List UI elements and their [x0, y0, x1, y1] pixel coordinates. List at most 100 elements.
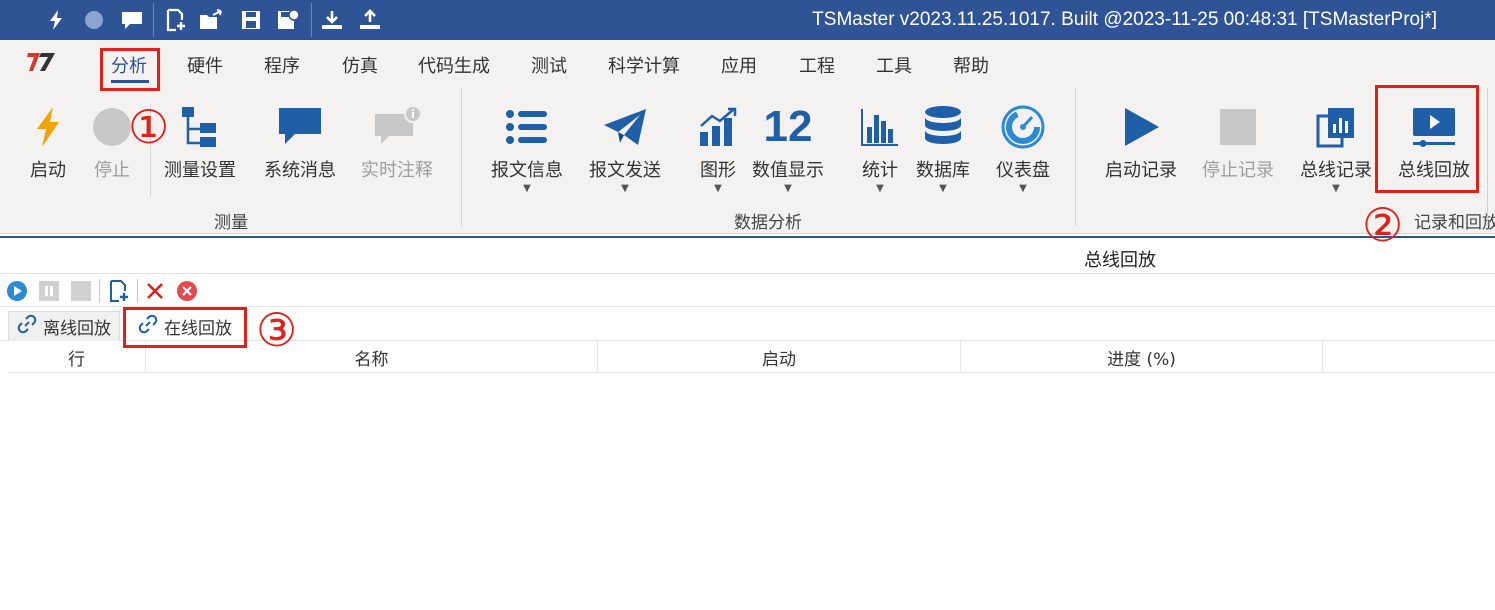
column-header-progress[interactable]: 进度 (%) — [961, 341, 1323, 373]
menu-tab-apps[interactable]: 应用 — [721, 52, 757, 78]
import-icon[interactable] — [318, 6, 346, 34]
chevron-down-icon: ▼ — [1332, 183, 1340, 194]
start-measure-button[interactable]: 启动 — [18, 86, 78, 182]
window-title: TSMaster v2023.11.25.1017. Built @2023-1… — [812, 9, 1437, 30]
database-button[interactable]: 数据库 ▼ — [913, 86, 973, 194]
menu-tab-help[interactable]: 帮助 — [953, 52, 989, 78]
measure-settings-label: 测量设置 — [164, 160, 236, 181]
message-info-label: 报文信息 — [491, 160, 563, 181]
add-icon[interactable] — [107, 279, 131, 303]
stop-measure-label: 停止 — [94, 160, 130, 181]
link-icon — [17, 314, 37, 339]
ribbon-group-separator — [1075, 88, 1076, 226]
lightning-icon[interactable] — [42, 6, 70, 34]
stop-square-icon — [1208, 86, 1268, 156]
message-send-button[interactable]: 报文发送 ▼ — [589, 86, 661, 194]
realtime-comment-label: 实时注释 — [361, 160, 433, 181]
chevron-down-icon: ▼ — [939, 183, 947, 194]
paper-plane-icon — [595, 86, 655, 156]
tree-icon — [170, 86, 230, 156]
system-message-button[interactable]: 系统消息 — [264, 86, 336, 182]
export-icon[interactable] — [356, 6, 384, 34]
toolbar-separator — [99, 279, 100, 303]
play-icon — [1111, 86, 1171, 156]
open-folder-icon[interactable] — [198, 6, 226, 34]
menu-tab-sci-compute[interactable]: 科学计算 — [608, 52, 680, 78]
ribbon-group-separator — [461, 88, 462, 226]
group-label-measure: 测量 — [214, 213, 248, 233]
tab-offline-replay-label: 离线回放 — [43, 319, 111, 339]
quick-access-separator — [311, 3, 312, 37]
record-dot-icon[interactable] — [80, 6, 108, 34]
annotation-step-2: ② — [1362, 198, 1404, 252]
stop-icon[interactable] — [69, 279, 93, 303]
annotation-step-1: ① — [128, 100, 170, 154]
measure-settings-button[interactable]: 测量设置 — [164, 86, 236, 182]
menu-tab-program[interactable]: 程序 — [264, 52, 300, 78]
annotation-box-analysis-tab — [100, 48, 160, 91]
bus-record-button[interactable]: 总线记录 ▼ — [1300, 86, 1372, 194]
numeric-glyph: 12 — [763, 102, 813, 151]
group-label-record-replay: 记录和回放 — [1414, 213, 1495, 233]
stop-record-button[interactable]: 停止记录 — [1202, 86, 1274, 182]
annotation-box-bus-replay — [1375, 85, 1479, 193]
annotation-step-3: ③ — [256, 303, 298, 357]
numeric-icon: 12 — [758, 86, 818, 156]
menu-tab-project[interactable]: 工程 — [799, 52, 835, 78]
bus-record-label: 总线记录 — [1300, 160, 1372, 181]
graphics-label: 图形 — [700, 160, 736, 181]
database-label: 数据库 — [916, 160, 970, 181]
group-label-data-analysis: 数据分析 — [734, 213, 802, 233]
message-send-label: 报文发送 — [589, 160, 661, 181]
start-record-label: 启动记录 — [1105, 160, 1177, 181]
menu-tab-hardware[interactable]: 硬件 — [187, 52, 223, 78]
message-info-button[interactable]: 报文信息 ▼ — [491, 86, 563, 194]
chevron-down-icon: ▼ — [621, 183, 629, 194]
play-icon[interactable] — [5, 279, 29, 303]
statistics-label: 统计 — [862, 160, 898, 181]
statistics-button[interactable]: 统计 ▼ — [850, 86, 910, 194]
new-file-icon[interactable] — [162, 6, 190, 34]
clear-icon[interactable] — [175, 279, 199, 303]
menu-bar: 分析 硬件 程序 仿真 代码生成 测试 科学计算 应用 工程 工具 帮助 — [0, 40, 1495, 86]
system-message-label: 系统消息 — [264, 160, 336, 181]
ribbon-group-separator — [1487, 88, 1488, 226]
menu-tab-simulation[interactable]: 仿真 — [342, 52, 378, 78]
chat-bubble-icon — [270, 86, 330, 156]
title-bar: TSMaster v2023.11.25.1017. Built @2023-1… — [0, 0, 1495, 40]
save-as-icon[interactable] — [274, 6, 302, 34]
message-icon[interactable] — [118, 6, 146, 34]
stop-record-label: 停止记录 — [1202, 160, 1274, 181]
tab-offline-replay[interactable]: 离线回放 — [8, 311, 120, 341]
start-record-button[interactable]: 启动记录 — [1105, 86, 1177, 182]
menu-tab-test[interactable]: 测试 — [531, 52, 567, 78]
annotation-box-online-replay — [123, 307, 247, 348]
column-header-start[interactable]: 启动 — [598, 341, 961, 373]
start-measure-label: 启动 — [30, 160, 66, 181]
quick-access-separator — [153, 3, 154, 37]
chevron-down-icon: ▼ — [714, 183, 722, 194]
bar-chart-icon — [850, 86, 910, 156]
database-icon — [913, 86, 973, 156]
graphics-button[interactable]: 图形 ▼ — [688, 86, 748, 194]
menu-tab-tools[interactable]: 工具 — [876, 52, 912, 78]
realtime-comment-button[interactable]: 实时注释 — [361, 86, 433, 182]
panel-toolbar — [0, 275, 1495, 307]
chevron-down-icon: ▼ — [784, 183, 792, 194]
pause-icon[interactable] — [37, 279, 61, 303]
list-icon — [497, 86, 557, 156]
toolbar-separator — [137, 279, 138, 303]
delete-icon[interactable] — [143, 279, 167, 303]
ribbon: 启动 停止 测量设置 系统消息 实时注释 测量 报文信息 ▼ 报文发送 ▼ 图形… — [0, 86, 1495, 234]
dashboard-label: 仪表盘 — [996, 160, 1050, 181]
lightning-icon — [18, 86, 78, 156]
app-logo — [24, 50, 58, 78]
comment-info-icon — [367, 86, 427, 156]
menu-tab-codegen[interactable]: 代码生成 — [418, 52, 490, 78]
dashboard-button[interactable]: 仪表盘 ▼ — [993, 86, 1053, 194]
chevron-down-icon: ▼ — [876, 183, 884, 194]
save-icon[interactable] — [237, 6, 265, 34]
numeric-display-button[interactable]: 12 数值显示 ▼ — [752, 86, 824, 194]
chevron-down-icon: ▼ — [1019, 183, 1027, 194]
bus-record-icon — [1306, 86, 1366, 156]
